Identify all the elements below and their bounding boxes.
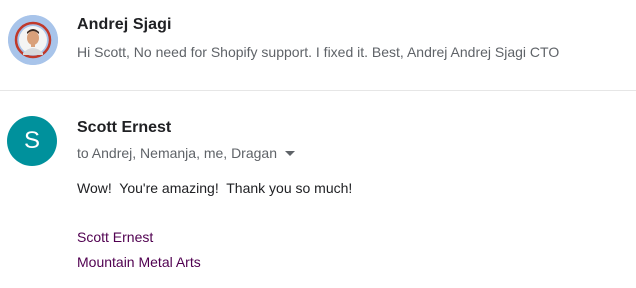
recipients-text: to Andrej, Nemanja, me, Dragan [77, 145, 277, 161]
message-snippet: Hi Scott, No need for Shopify support. I… [77, 44, 560, 60]
sender-avatar-photo[interactable] [8, 15, 58, 65]
message-body: Wow! You're amazing! Thank you so much! [77, 180, 353, 196]
sender-avatar-letter[interactable]: S [7, 116, 57, 166]
sender-name: Andrej Sjagi [77, 16, 172, 33]
sender-name[interactable]: Scott Ernest [77, 119, 171, 137]
person-photo-icon [8, 15, 58, 65]
signature-name: Scott Ernest [77, 229, 154, 245]
recipients-line: to Andrej, Nemanja, me, Dragan [77, 145, 295, 161]
signature-company: Mountain Metal Arts [77, 254, 201, 270]
collapsed-message[interactable]: Andrej Sjagi Hi Scott, No need for Shopi… [0, 0, 636, 90]
show-details-dropdown-icon[interactable] [285, 150, 295, 156]
email-thread: Andrej Sjagi Hi Scott, No need for Shopi… [0, 0, 636, 288]
message-divider [0, 90, 636, 91]
